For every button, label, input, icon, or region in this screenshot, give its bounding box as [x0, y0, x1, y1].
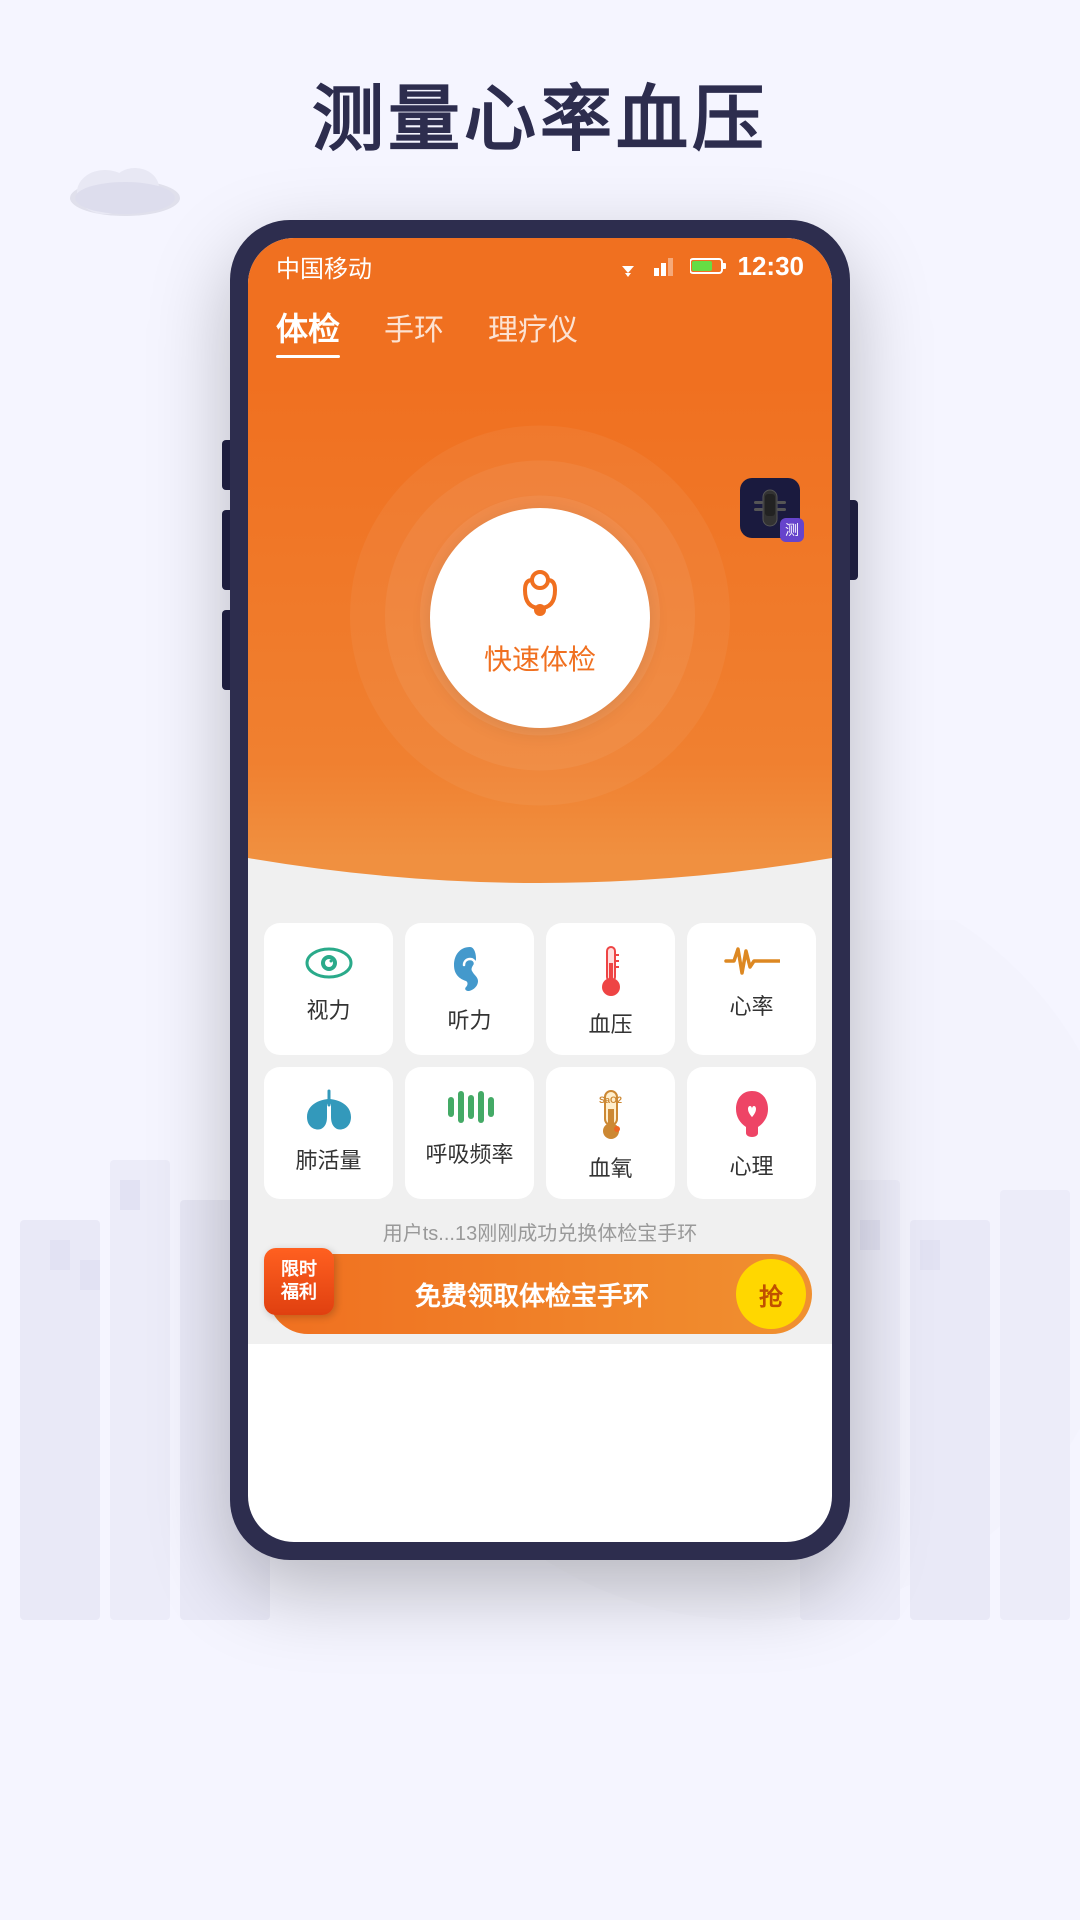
ear-icon	[450, 943, 490, 993]
breath-icon	[442, 1087, 498, 1127]
device-badge[interactable]: 测	[740, 478, 812, 550]
bottom-banner[interactable]: 限时 福利 免费领取体检宝手环 抢	[268, 1254, 812, 1334]
volume-up-button	[222, 510, 230, 590]
cloud-decoration	[60, 160, 190, 220]
psychology-label: 心理	[729, 1149, 773, 1181]
stethoscope-icon	[505, 558, 575, 628]
phone-frame: 中国移动 12:30	[230, 220, 850, 1560]
blood-oxygen-item[interactable]: SaO2 血氧	[546, 1067, 675, 1199]
banner-tag-line1: 限时	[270, 1258, 328, 1281]
nav-tabs: 体检 手环 理疗仪	[248, 294, 832, 378]
heartrate-icon	[724, 943, 780, 979]
center-button-label: 快速体检	[484, 638, 596, 678]
status-icons: 12:30	[614, 251, 805, 282]
notice-text: 用户ts...13刚刚成功兑换体检宝手环	[264, 1211, 816, 1254]
signal-icon	[654, 256, 678, 276]
heart-rate-item[interactable]: 心率	[687, 923, 816, 1055]
tab-physical-exam[interactable]: 体检	[276, 304, 340, 358]
volume-down-button	[222, 610, 230, 690]
lung-label: 肺活量	[295, 1143, 361, 1175]
time-label: 12:30	[738, 251, 805, 282]
wave-separator	[248, 858, 832, 913]
hearing-item[interactable]: 听力	[405, 923, 534, 1055]
vision-item[interactable]: 视力	[264, 923, 393, 1055]
grid-row-2: 肺活量 呼吸频率	[264, 1067, 816, 1199]
vision-label: 视力	[306, 993, 350, 1025]
status-bar: 中国移动 12:30	[248, 238, 832, 294]
banner-tag-line2: 福利	[270, 1281, 328, 1304]
breath-item[interactable]: 呼吸频率	[405, 1067, 534, 1199]
blood-pressure-label: 血压	[588, 1007, 632, 1039]
grab-button[interactable]: 抢	[736, 1259, 806, 1329]
banner-tag: 限时 福利	[264, 1248, 334, 1315]
lung-item[interactable]: 肺活量	[264, 1067, 393, 1199]
battery-icon	[690, 257, 726, 275]
main-orange-area: 测 快速体检	[248, 378, 832, 858]
tab-therapy[interactable]: 理疗仪	[488, 305, 578, 357]
power-button	[850, 500, 858, 580]
phone-screen: 中国移动 12:30	[248, 238, 832, 1542]
breath-label: 呼吸频率	[425, 1137, 513, 1169]
grid-row-1: 视力 听力	[264, 923, 816, 1055]
eye-icon	[304, 943, 354, 983]
hearing-label: 听力	[447, 1003, 491, 1035]
psychology-item[interactable]: 心理	[687, 1067, 816, 1199]
wifi-icon	[614, 255, 642, 277]
mute-button	[222, 440, 230, 490]
lung-icon	[301, 1087, 357, 1133]
features-section: 视力 听力	[248, 913, 832, 1344]
blood-pressure-item[interactable]: 血压	[546, 923, 675, 1055]
blood-oxygen-icon: SaO2	[589, 1087, 633, 1141]
heart-rate-label: 心率	[729, 989, 773, 1021]
thermometer-icon	[593, 943, 629, 997]
carrier-label: 中国移动	[276, 249, 372, 284]
page-title: 测量心率血压	[0, 60, 1080, 165]
tab-wristband[interactable]: 手环	[384, 305, 444, 357]
device-badge-label: 测	[780, 518, 804, 542]
blood-oxygen-label: 血氧	[588, 1151, 632, 1183]
mind-icon	[728, 1087, 776, 1139]
wave-svg	[248, 858, 832, 908]
svg-text:SaO2: SaO2	[599, 1095, 622, 1105]
banner-text: 免费领取体检宝手环	[328, 1276, 736, 1313]
quick-exam-button[interactable]: 快速体检	[430, 508, 650, 728]
